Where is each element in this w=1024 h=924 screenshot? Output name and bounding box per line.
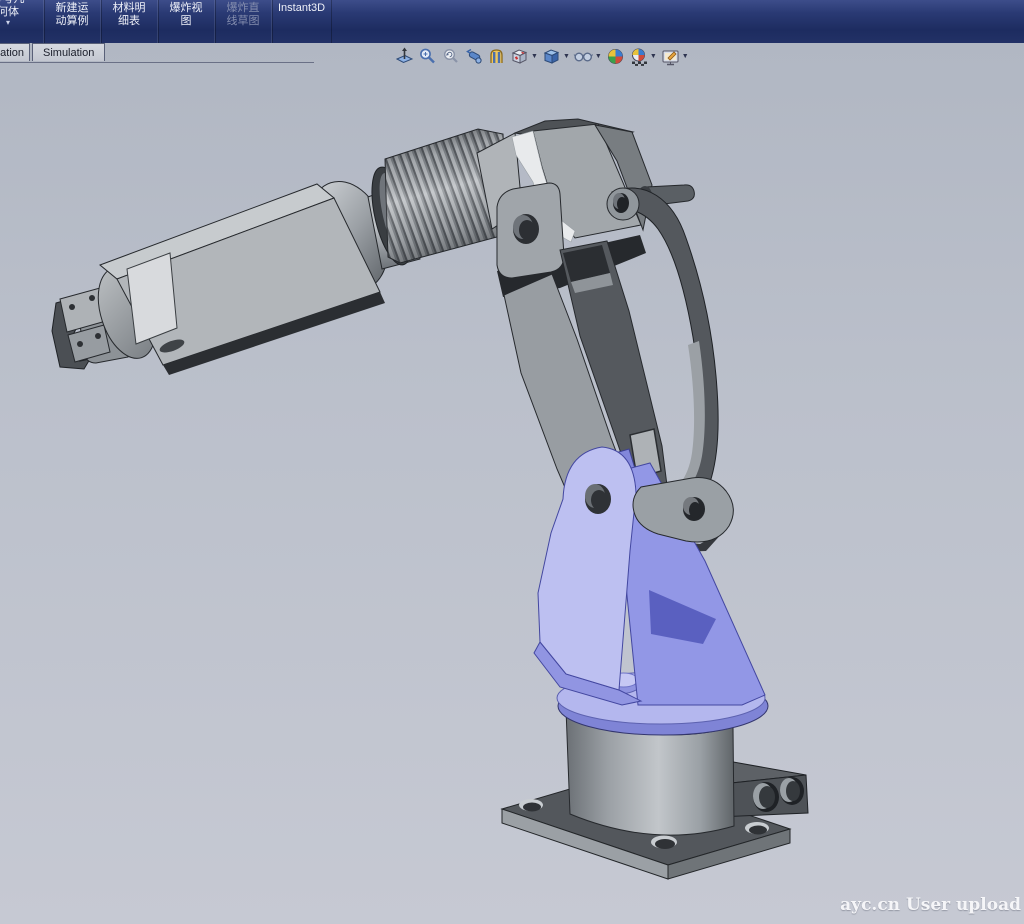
edit-appearance-icon[interactable] <box>605 46 626 66</box>
dropdown-arrow-icon[interactable]: ▼ <box>682 53 689 60</box>
tab-simulation[interactable]: Simulation <box>32 43 105 61</box>
command-ribbon: 参考几 何体 ▾ 新建运 动算例 材料明 细表 爆炸视 图 爆炸直 线草图 In… <box>0 0 1024 44</box>
view-orientation-icon[interactable] <box>509 46 530 66</box>
apply-scene-icon[interactable] <box>628 46 649 66</box>
button-label: 图 <box>164 15 208 28</box>
button-label: 线草图 <box>221 15 265 28</box>
section-view-icon[interactable] <box>486 46 507 66</box>
ribbon-button-instant3d[interactable]: Instant3D <box>272 0 331 44</box>
button-label: 动算例 <box>50 15 94 28</box>
zoom-to-area-icon[interactable] <box>417 46 438 66</box>
button-label: Instant3D <box>278 2 325 15</box>
dropdown-arrow-icon[interactable]: ▼ <box>650 53 657 60</box>
hide-show-items-icon[interactable] <box>573 46 594 66</box>
button-label: 材料明 <box>107 2 151 15</box>
heads-up-view-toolbar: ▼ ▼ ▼ ▼ <box>394 46 690 66</box>
rotate-view-icon[interactable] <box>463 46 484 66</box>
zoom-to-fit-icon[interactable] <box>394 46 415 66</box>
bracket-hole <box>585 484 611 514</box>
tab-label: ation <box>0 47 24 59</box>
ribbon-button-explode-line-sketch: 爆炸直 线草图 <box>215 0 272 44</box>
ribbon-button-bill-of-materials[interactable]: 材料明 细表 <box>101 0 158 44</box>
button-label: 爆炸视 <box>164 2 208 15</box>
tab-label: Simulation <box>43 47 94 59</box>
robot-arm-model[interactable] <box>0 43 1024 924</box>
dropdown-arrow-icon[interactable]: ▼ <box>563 53 570 60</box>
view-settings-icon[interactable] <box>660 46 681 66</box>
ribbon-button-exploded-view[interactable]: 爆炸视 图 <box>158 0 215 44</box>
button-label: 细表 <box>107 15 151 28</box>
previous-view-icon[interactable] <box>440 46 461 66</box>
ribbon-button-new-motion-study[interactable]: 新建运 动算例 <box>44 0 101 44</box>
forearm[interactable] <box>52 184 385 375</box>
forearm-panel <box>127 253 177 344</box>
button-label: 新建运 <box>50 2 94 15</box>
ribbon-button-reference-geometry[interactable]: 参考几 何体 ▾ <box>0 0 44 44</box>
dropdown-arrow-icon[interactable]: ▼ <box>595 53 602 60</box>
commandmanager-tabstrip: ation Simulation <box>0 43 314 63</box>
graphics-viewport[interactable]: ation Simulation <box>0 43 1024 924</box>
dropdown-arrow-icon[interactable]: ▼ <box>531 53 538 60</box>
lug-hole <box>513 214 539 244</box>
button-label: 爆炸直 <box>221 2 265 15</box>
dropdown-arrow-icon[interactable]: ▾ <box>0 19 37 27</box>
display-style-icon[interactable] <box>541 46 562 66</box>
bracket-front-plate <box>538 447 636 690</box>
tab-animation-clipped[interactable]: ation <box>0 43 30 61</box>
